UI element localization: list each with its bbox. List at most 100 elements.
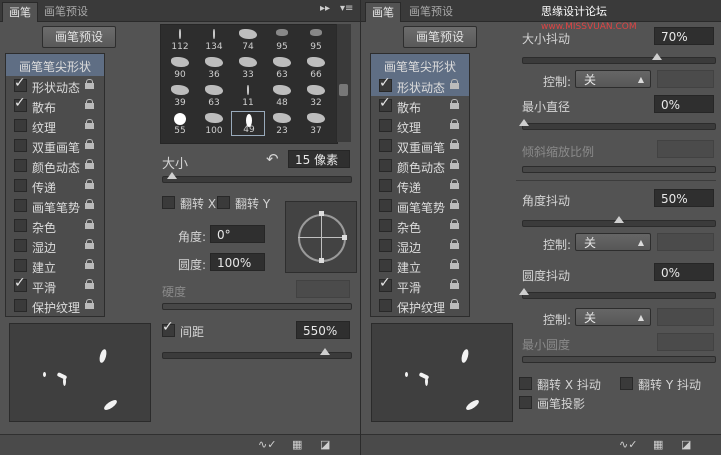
option-checkbox[interactable] xyxy=(379,239,392,252)
angle-roundness-widget[interactable] xyxy=(285,201,357,273)
lock-icon[interactable] xyxy=(85,219,94,229)
size-control-select[interactable]: 关 ▲ xyxy=(575,70,651,88)
brush-tip-90[interactable]: 90 xyxy=(163,55,197,80)
brush-option-item[interactable]: 散布 ✓ xyxy=(6,95,104,116)
brush-option-item[interactable]: 传递 xyxy=(6,176,104,196)
option-checkbox[interactable] xyxy=(379,259,392,272)
lock-icon[interactable] xyxy=(450,259,459,269)
brush-option-item[interactable]: 平滑 ✓ xyxy=(6,275,104,296)
slider-thumb[interactable] xyxy=(167,172,178,179)
brush-option-item[interactable]: 双重画笔 xyxy=(371,136,469,156)
brush-tip-48[interactable]: 48 xyxy=(265,83,299,108)
lock-icon[interactable] xyxy=(450,119,459,129)
lock-icon[interactable] xyxy=(450,179,459,189)
angle-jitter-slider[interactable] xyxy=(522,216,716,227)
brush-tip-49[interactable]: 49 xyxy=(231,111,265,136)
brush-option-item[interactable]: 保护纹理 xyxy=(6,296,104,316)
option-checkbox[interactable] xyxy=(14,119,27,132)
lock-icon[interactable] xyxy=(450,159,459,169)
brush-tip-shape-item[interactable]: 画笔笔尖形状 xyxy=(6,54,104,76)
lock-icon[interactable] xyxy=(85,79,94,89)
brush-option-item[interactable]: 湿边 xyxy=(6,236,104,256)
brush-option-item[interactable]: 建立 xyxy=(371,256,469,276)
option-checkbox[interactable] xyxy=(379,299,392,312)
brush-option-item[interactable]: 杂色 xyxy=(371,216,469,236)
lock-icon[interactable] xyxy=(450,139,459,149)
spacing-slider[interactable] xyxy=(162,348,352,359)
new-preset-icon[interactable]: ◪ xyxy=(681,438,691,451)
slider-thumb[interactable] xyxy=(652,53,663,60)
lock-icon[interactable] xyxy=(450,299,459,309)
brush-tip-32[interactable]: 32 xyxy=(299,83,333,108)
option-checkbox[interactable] xyxy=(14,199,27,212)
brush-option-item[interactable]: 双重画笔 xyxy=(6,136,104,156)
brush-tip-63[interactable]: 63 xyxy=(265,55,299,80)
tab-brush[interactable]: 画笔 xyxy=(365,2,401,22)
brush-option-item[interactable]: 散布 ✓ xyxy=(371,95,469,116)
brush-tip-100[interactable]: 100 xyxy=(197,111,231,136)
brush-tip-36[interactable]: 36 xyxy=(197,55,231,80)
lock-icon[interactable] xyxy=(85,159,94,169)
brush-option-item[interactable]: 颜色动态 xyxy=(371,156,469,176)
tab-brush-presets[interactable]: 画笔预设 xyxy=(403,2,459,21)
tab-brush-presets[interactable]: 画笔预设 xyxy=(38,2,94,21)
brush-grid-scrollbar[interactable] xyxy=(336,24,351,142)
brush-option-item[interactable]: 画笔笔势 xyxy=(6,196,104,216)
roundness-jitter-field[interactable]: 0% xyxy=(654,263,714,281)
option-checkbox[interactable] xyxy=(379,159,392,172)
brush-tip-63[interactable]: 63 xyxy=(197,83,231,108)
lock-icon[interactable] xyxy=(450,79,459,89)
lock-icon[interactable] xyxy=(85,139,94,149)
grid-icon[interactable]: ▦ xyxy=(292,438,302,451)
brush-option-item[interactable]: 纹理 xyxy=(371,116,469,136)
brush-option-item[interactable]: 画笔笔势 xyxy=(371,196,469,216)
brush-tip-33[interactable]: 33 xyxy=(231,55,265,80)
size-jitter-field[interactable]: 70% xyxy=(654,27,714,45)
tab-brush[interactable]: 画笔 xyxy=(2,2,38,22)
flip-y-jitter-checkbox[interactable] xyxy=(620,377,633,390)
roundness-field[interactable]: 100% xyxy=(210,253,265,271)
roundness-handle-bottom[interactable] xyxy=(319,258,324,263)
lock-icon[interactable] xyxy=(450,99,459,109)
collapse-icon[interactable]: ▸▸ xyxy=(320,3,330,14)
size-field[interactable]: 15 像素 xyxy=(288,150,350,168)
lock-icon[interactable] xyxy=(450,239,459,249)
slider-thumb[interactable] xyxy=(319,348,330,355)
brush-option-item[interactable]: 湿边 xyxy=(371,236,469,256)
brush-tip-11[interactable]: 11 xyxy=(231,83,265,108)
toggle-brush-icon[interactable]: ∿✓ xyxy=(258,438,276,451)
brush-tip-55[interactable]: 55 xyxy=(163,111,197,136)
slider-thumb[interactable] xyxy=(614,216,624,223)
brush-presets-button[interactable]: 画笔预设 xyxy=(403,26,477,48)
brush-tip-134[interactable]: 134 xyxy=(197,27,231,52)
scroll-thumb[interactable] xyxy=(339,84,348,96)
flip-x-jitter-checkbox[interactable] xyxy=(519,377,532,390)
brush-tip-95[interactable]: 95 xyxy=(299,27,333,52)
angle-control-select[interactable]: 关 ▲ xyxy=(575,233,651,251)
slider-thumb[interactable] xyxy=(519,119,529,126)
brush-projection-checkbox[interactable] xyxy=(519,396,532,409)
option-checkbox[interactable] xyxy=(14,219,27,232)
lock-icon[interactable] xyxy=(85,239,94,249)
brush-tip-37[interactable]: 37 xyxy=(299,111,333,136)
toggle-brush-icon[interactable]: ∿✓ xyxy=(619,438,637,451)
brush-tip-23[interactable]: 23 xyxy=(265,111,299,136)
angle-handle[interactable] xyxy=(342,235,347,240)
new-preset-icon[interactable]: ◪ xyxy=(320,438,330,451)
brush-tip-74[interactable]: 74 xyxy=(231,27,265,52)
panel-menu-icon[interactable]: ▾≡ xyxy=(340,3,353,14)
flip-x-checkbox[interactable] xyxy=(162,196,175,209)
option-checkbox[interactable] xyxy=(379,179,392,192)
option-checkbox[interactable] xyxy=(14,259,27,272)
brush-tip-shape-item[interactable]: 画笔笔尖形状 xyxy=(371,54,469,76)
min-diameter-field[interactable]: 0% xyxy=(654,95,714,113)
lock-icon[interactable] xyxy=(85,259,94,269)
brush-option-item[interactable]: 传递 xyxy=(371,176,469,196)
roundness-jitter-slider[interactable] xyxy=(519,288,716,299)
option-checkbox[interactable] xyxy=(14,159,27,172)
lock-icon[interactable] xyxy=(85,279,94,289)
lock-icon[interactable] xyxy=(85,199,94,209)
brush-option-item[interactable]: 保护纹理 xyxy=(371,296,469,316)
option-checkbox[interactable] xyxy=(14,299,27,312)
option-checkbox[interactable] xyxy=(14,139,27,152)
